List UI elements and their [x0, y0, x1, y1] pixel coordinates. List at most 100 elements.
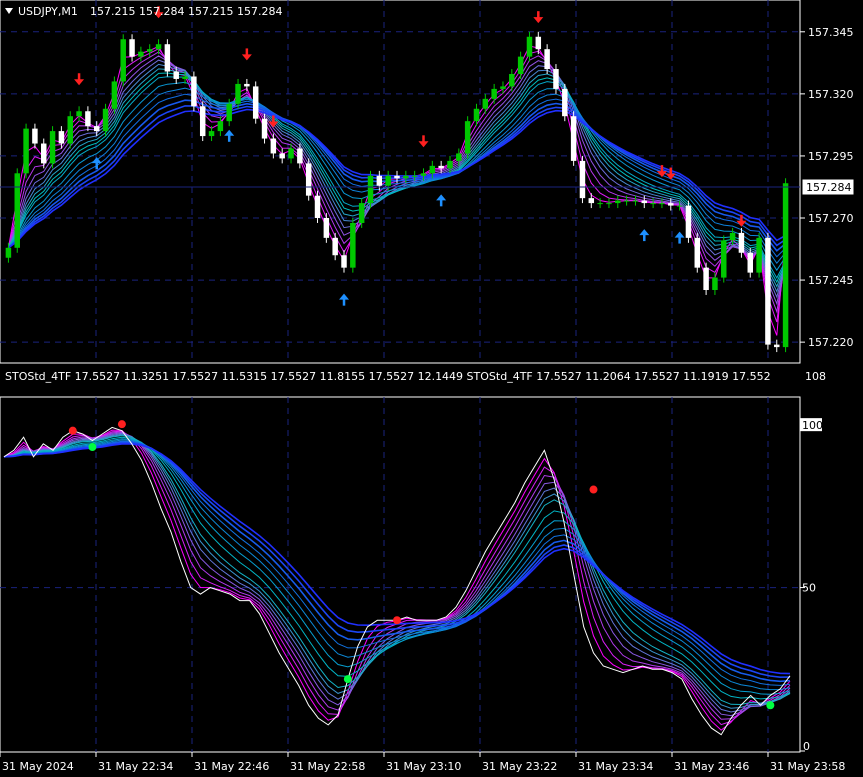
time-tick-label: 31 May 23:22: [482, 760, 557, 773]
candle[interactable]: [482, 93, 489, 114]
candle[interactable]: [305, 158, 312, 201]
current-price-label: 157.284: [806, 181, 852, 194]
indicator-tick-label: 0: [803, 740, 810, 753]
ohlc-values: 157.215 157.284 157.215 157.284: [90, 5, 282, 18]
candle[interactable]: [491, 83, 497, 104]
candle[interactable]: [500, 81, 506, 94]
candle[interactable]: [632, 195, 639, 206]
candle[interactable]: [332, 232, 338, 261]
candle[interactable]: [138, 46, 144, 62]
chevron-down-icon[interactable]: [5, 8, 13, 14]
sell-arrow-icon: [736, 214, 747, 227]
candle[interactable]: [102, 103, 109, 137]
sell-signal-dot: [68, 426, 77, 435]
indicator-frame: [0, 396, 801, 753]
indicator-tick-label: 100: [802, 419, 823, 432]
time-tick-label: 31 May 22:46: [194, 760, 269, 773]
candle[interactable]: [570, 111, 577, 166]
candle[interactable]: [270, 133, 277, 159]
price-tick-label: 157.345: [808, 26, 854, 39]
sell-arrow-icon: [74, 73, 85, 86]
buy-signal-dot: [88, 443, 97, 452]
candle[interactable]: [562, 83, 568, 122]
sell-arrow-icon: [656, 165, 667, 178]
candle[interactable]: [712, 272, 718, 295]
buy-signal-dot: [343, 675, 352, 684]
time-tick-label: 31 May 22:34: [98, 760, 173, 773]
time-tick-label: 31 May 23:46: [674, 760, 749, 773]
candle[interactable]: [721, 235, 727, 283]
candle[interactable]: [111, 76, 118, 114]
candle[interactable]: [685, 200, 692, 243]
time-tick-label: 31 May 2024: [2, 760, 74, 773]
candle[interactable]: [146, 44, 153, 57]
indicator-tick-label: 50: [802, 582, 816, 595]
candle[interactable]: [756, 232, 762, 278]
buy-arrow-icon: [436, 194, 447, 207]
sell-arrow-icon: [533, 11, 544, 24]
candle[interactable]: [579, 155, 586, 204]
candle[interactable]: [588, 193, 595, 209]
buy-arrow-icon: [339, 293, 350, 306]
candle[interactable]: [350, 218, 356, 273]
candle[interactable]: [473, 103, 480, 127]
candle[interactable]: [509, 69, 515, 92]
price-tick-label: 157.245: [808, 274, 854, 287]
candle[interactable]: [668, 198, 674, 211]
candle[interactable]: [367, 170, 374, 209]
indicator-axis: 100 50 0: [800, 418, 823, 753]
buy-arrow-icon: [639, 229, 650, 242]
sell-signal-dot: [117, 420, 126, 429]
candle[interactable]: [279, 148, 285, 164]
candle[interactable]: [782, 178, 789, 353]
price-tick-label: 157.295: [808, 150, 854, 163]
candle[interactable]: [41, 138, 47, 169]
candle[interactable]: [738, 227, 745, 258]
candle[interactable]: [765, 232, 771, 350]
candle[interactable]: [208, 126, 215, 142]
main-ribbons: [7, 45, 787, 336]
price-tick-label: 157.320: [808, 88, 854, 101]
indicator-max-label: 108: [805, 370, 826, 383]
time-tick-label: 31 May 23:34: [578, 760, 653, 773]
signal-arrows: [74, 6, 747, 306]
candle[interactable]: [517, 51, 524, 79]
candle[interactable]: [606, 198, 612, 209]
candle[interactable]: [252, 81, 259, 124]
candle[interactable]: [464, 116, 471, 159]
candle[interactable]: [544, 44, 550, 74]
candle[interactable]: [85, 106, 91, 132]
time-tick-label: 31 May 23:58: [770, 760, 845, 773]
buy-arrow-icon: [224, 129, 235, 142]
sell-signal-dot: [393, 616, 401, 625]
symbol-title: USDJPY,M1: [18, 5, 78, 18]
buy-signal-dot: [766, 701, 775, 710]
candle[interactable]: [120, 34, 126, 87]
time-axis: 31 May 2024 31 May 22:34 31 May 22:46 31 Ma…: [0, 752, 845, 773]
candle[interactable]: [32, 123, 38, 149]
candle[interactable]: [774, 339, 780, 353]
sell-arrow-icon: [241, 48, 252, 61]
candle[interactable]: [376, 170, 383, 191]
candle[interactable]: [67, 111, 73, 149]
candle[interactable]: [191, 71, 197, 112]
time-tick-label: 31 May 23:10: [386, 760, 461, 773]
candle[interactable]: [199, 101, 206, 142]
indicator-title: STOStd_4TF 17.5527 11.3251 17.5527 11.53…: [5, 370, 771, 383]
candle[interactable]: [703, 262, 709, 295]
price-tick-label: 157.270: [808, 212, 854, 225]
main-chart-frame: [0, 0, 801, 364]
candle[interactable]: [49, 126, 56, 169]
candle[interactable]: [164, 39, 171, 77]
buy-arrow-icon: [674, 231, 685, 244]
price-tick-label: 157.220: [808, 336, 854, 349]
candle[interactable]: [14, 168, 20, 253]
trading-chart[interactable]: 157.284 157.345 157.320 157.295 157.270 157.…: [0, 0, 863, 777]
time-tick-label: 31 May 22:58: [290, 760, 365, 773]
candle[interactable]: [694, 232, 701, 273]
candle[interactable]: [76, 106, 82, 122]
sell-arrow-icon: [418, 135, 429, 148]
candle[interactable]: [23, 123, 29, 179]
candle[interactable]: [129, 34, 135, 62]
candle[interactable]: [615, 195, 621, 209]
